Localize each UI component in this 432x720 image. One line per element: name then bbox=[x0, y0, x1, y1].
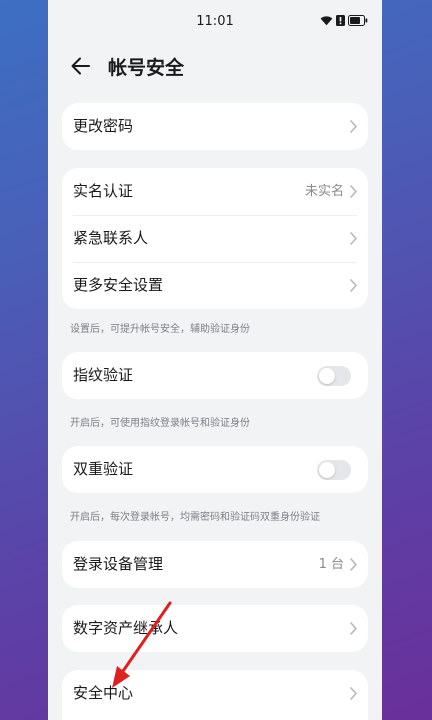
row-more-security[interactable]: 更多安全设置 bbox=[62, 262, 368, 309]
wifi-icon bbox=[320, 16, 333, 26]
chevron-right-icon bbox=[350, 558, 357, 571]
toggle-knob bbox=[319, 462, 335, 478]
row-value: 1 台 bbox=[318, 557, 344, 572]
row-security-center[interactable]: 安全中心 bbox=[62, 670, 368, 717]
row-label: 更改密码 bbox=[73, 117, 134, 135]
security-hint: 设置后，可提升帐号安全，辅助验证身份 bbox=[70, 324, 250, 335]
row-emergency-contact[interactable]: 紧急联系人 bbox=[62, 215, 368, 262]
row-label: 更多安全设置 bbox=[73, 276, 164, 294]
chevron-right-icon bbox=[350, 279, 357, 292]
row-two-factor: 双重验证 bbox=[62, 446, 368, 493]
row-label: 紧急联系人 bbox=[73, 229, 149, 247]
page-header: 帐号安全 bbox=[48, 44, 382, 88]
row-digital-heir[interactable]: 数字资产继承人 bbox=[62, 605, 368, 652]
card-digital-heir: 数字资产继承人 bbox=[62, 605, 368, 652]
toggle-knob bbox=[319, 368, 335, 384]
page-title: 帐号安全 bbox=[108, 57, 185, 79]
row-label: 数字资产继承人 bbox=[73, 619, 179, 637]
row-label: 实名认证 bbox=[73, 182, 134, 200]
card-password: 更改密码 bbox=[62, 103, 368, 150]
row-label: 登录设备管理 bbox=[73, 555, 164, 573]
row-fingerprint: 指纹验证 bbox=[62, 352, 368, 399]
chevron-right-icon bbox=[350, 687, 357, 700]
card-fingerprint: 指纹验证 bbox=[62, 352, 368, 399]
phone-screen: 11:01 帐号安全 更改密码 实名认证 未实名 紧急联系人 更多安全设置 设置… bbox=[48, 0, 382, 720]
row-label: 安全中心 bbox=[73, 684, 134, 702]
status-icons bbox=[320, 15, 368, 26]
chevron-right-icon bbox=[350, 622, 357, 635]
row-value: 未实名 bbox=[304, 184, 344, 199]
fingerprint-hint: 开启后，可使用指纹登录帐号和验证身份 bbox=[70, 418, 250, 429]
chevron-right-icon bbox=[350, 232, 357, 245]
row-device-management[interactable]: 登录设备管理 1 台 bbox=[62, 541, 368, 588]
card-identity: 实名认证 未实名 紧急联系人 更多安全设置 bbox=[62, 168, 368, 309]
fingerprint-toggle[interactable] bbox=[317, 366, 351, 386]
row-label: 双重验证 bbox=[73, 460, 134, 478]
card-two-factor: 双重验证 bbox=[62, 446, 368, 493]
two-factor-hint: 开启后，每次登录帐号，均需密码和验证码双重身份验证 bbox=[70, 512, 320, 523]
battery-icon bbox=[348, 15, 368, 26]
card-security-center: 安全中心 bbox=[62, 670, 368, 720]
alert-icon bbox=[336, 15, 345, 26]
row-change-password[interactable]: 更改密码 bbox=[62, 103, 368, 150]
arrow-left-icon bbox=[71, 57, 90, 75]
two-factor-toggle[interactable] bbox=[317, 460, 351, 480]
chevron-right-icon bbox=[350, 120, 357, 133]
status-bar: 11:01 bbox=[48, 0, 382, 44]
chevron-right-icon bbox=[350, 185, 357, 198]
card-devices: 登录设备管理 1 台 bbox=[62, 541, 368, 588]
row-real-name[interactable]: 实名认证 未实名 bbox=[62, 168, 368, 215]
row-label: 指纹验证 bbox=[73, 366, 134, 384]
back-button[interactable] bbox=[68, 54, 94, 78]
